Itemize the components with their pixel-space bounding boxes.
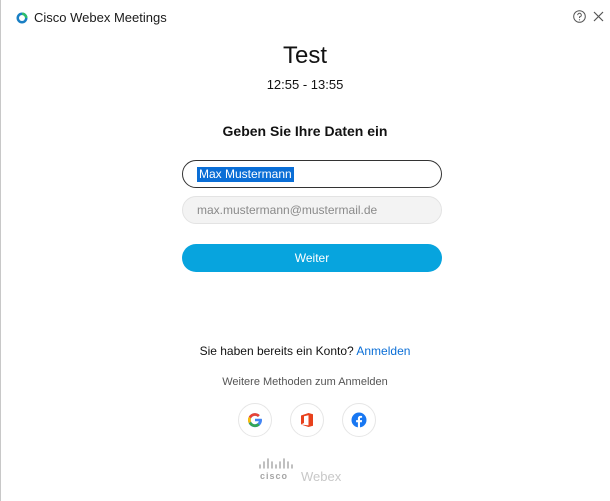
title-bar: Cisco Webex Meetings bbox=[0, 0, 610, 34]
window-title: Cisco Webex Meetings bbox=[34, 10, 167, 25]
cisco-bars-icon bbox=[259, 458, 293, 469]
alternative-methods-label: Weitere Methoden zum Anmelden bbox=[222, 376, 388, 388]
google-signin-button[interactable] bbox=[238, 403, 272, 437]
cisco-webex-footer-logo: cisco Webex bbox=[258, 458, 358, 488]
facebook-signin-button[interactable] bbox=[342, 403, 376, 437]
account-prompt: Sie haben bereits ein Konto? Anmelden bbox=[0, 344, 610, 358]
office-signin-button[interactable] bbox=[290, 403, 324, 437]
name-input-value: Max Mustermann bbox=[197, 167, 294, 182]
webex-logo-icon bbox=[16, 12, 28, 24]
name-input[interactable]: Max Mustermann bbox=[182, 160, 442, 188]
cisco-wordmark: cisco bbox=[260, 471, 289, 481]
form-heading: Geben Sie Ihre Daten ein bbox=[222, 123, 388, 139]
signin-link[interactable]: Anmelden bbox=[356, 344, 410, 358]
webex-wordmark: Webex bbox=[301, 469, 342, 484]
google-icon bbox=[247, 413, 263, 428]
email-input[interactable] bbox=[182, 196, 442, 224]
help-icon[interactable] bbox=[573, 10, 586, 23]
meeting-title: Test bbox=[282, 42, 327, 69]
window-left-border bbox=[0, 0, 1, 501]
facebook-icon bbox=[351, 412, 367, 428]
meeting-time: 12:55 - 13:55 bbox=[266, 77, 344, 92]
weiter-button[interactable]: Weiter bbox=[182, 244, 442, 272]
close-icon[interactable] bbox=[593, 11, 604, 22]
office-icon bbox=[301, 413, 313, 427]
account-prompt-text: Sie haben bereits ein Konto? bbox=[199, 344, 354, 358]
